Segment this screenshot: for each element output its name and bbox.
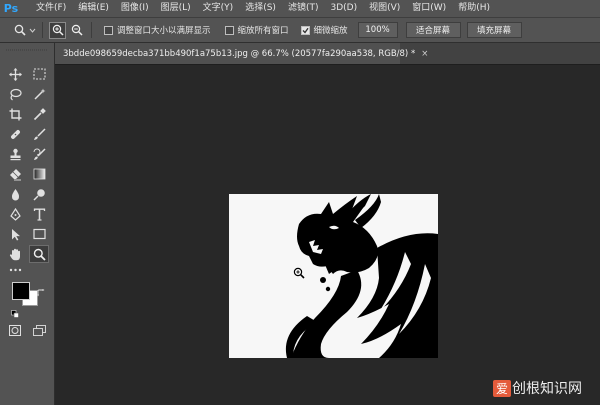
type-icon bbox=[33, 208, 45, 221]
hand-tool[interactable] bbox=[5, 245, 25, 263]
fill-screen-button[interactable]: 填充屏幕 bbox=[466, 22, 522, 38]
clone-stamp-icon bbox=[10, 148, 20, 160]
menu-file[interactable]: 文件(F) bbox=[30, 0, 72, 17]
menu-select[interactable]: 选择(S) bbox=[239, 0, 282, 17]
tools-panel bbox=[0, 43, 55, 405]
chevron-down-icon[interactable] bbox=[29, 28, 36, 33]
menu-image[interactable]: 图像(I) bbox=[115, 0, 155, 17]
path-selection-icon bbox=[11, 228, 20, 240]
document-tab-bar: 3bdde098659decba371bb490f1a75b13.jpg @ 6… bbox=[55, 43, 600, 65]
eraser-icon bbox=[9, 168, 21, 180]
pen-icon bbox=[9, 207, 21, 221]
zoom-tool-preset-icon[interactable] bbox=[14, 24, 26, 36]
rectangle-tool[interactable] bbox=[29, 225, 49, 243]
eraser-tool[interactable] bbox=[5, 165, 25, 183]
eyedropper-icon bbox=[33, 107, 46, 120]
brush-icon bbox=[33, 127, 46, 140]
magic-wand-icon bbox=[33, 88, 45, 100]
zoom-icon bbox=[33, 248, 46, 261]
lasso-tool[interactable] bbox=[5, 85, 25, 103]
document-tab-title: 3bdde098659decba371bb490f1a75b13.jpg @ 6… bbox=[63, 48, 416, 59]
gradient-icon bbox=[33, 168, 45, 180]
blur-tool[interactable] bbox=[5, 185, 25, 203]
quick-mask-icon bbox=[9, 324, 21, 336]
scrubby-zoom-checkbox[interactable] bbox=[300, 25, 310, 35]
hand-icon bbox=[9, 248, 20, 260]
checkmark-icon bbox=[302, 27, 309, 34]
resize-windows-checkbox[interactable] bbox=[104, 25, 113, 35]
marquee-tool[interactable] bbox=[29, 65, 49, 83]
blur-icon bbox=[11, 188, 19, 200]
menu-3d[interactable]: 3D(D) bbox=[324, 0, 363, 17]
menu-view[interactable]: 视图(V) bbox=[363, 0, 406, 17]
photoshop-logo: Ps bbox=[3, 2, 19, 15]
pen-tool[interactable] bbox=[5, 205, 25, 223]
move-icon bbox=[8, 67, 22, 81]
dragon-silhouette-image bbox=[285, 194, 438, 358]
canvas-area[interactable] bbox=[55, 65, 600, 405]
default-colors-icon[interactable] bbox=[11, 303, 19, 322]
menu-layer[interactable]: 图层(L) bbox=[155, 0, 197, 17]
type-tool[interactable] bbox=[29, 205, 49, 223]
history-brush-tool[interactable] bbox=[29, 145, 49, 163]
healing-brush-tool[interactable] bbox=[5, 125, 25, 143]
brush-tool[interactable] bbox=[29, 125, 49, 143]
close-tab-icon[interactable]: × bbox=[421, 49, 428, 59]
move-tool[interactable] bbox=[5, 65, 25, 83]
lasso-icon bbox=[9, 88, 22, 100]
rectangle-icon bbox=[32, 228, 46, 240]
zoom-tool[interactable] bbox=[29, 245, 49, 263]
watermark-tag: 爱 bbox=[493, 379, 512, 397]
watermark-text: 创根知识网 bbox=[512, 381, 583, 397]
menu-window[interactable]: 窗口(W) bbox=[406, 0, 452, 17]
clone-stamp-tool[interactable] bbox=[5, 145, 25, 163]
zoom-100-button[interactable]: 100% bbox=[357, 22, 398, 38]
healing-brush-icon bbox=[10, 129, 20, 139]
zoom-all-windows-checkbox[interactable] bbox=[224, 25, 234, 35]
quick-mask-button[interactable] bbox=[5, 321, 25, 339]
options-bar: 调整窗口大小以满屏显示 缩放所有窗口 细微缩放 100% 适合屏幕 填充屏幕 bbox=[0, 17, 600, 43]
zoom-out-button[interactable] bbox=[68, 22, 85, 39]
fit-screen-button[interactable]: 适合屏幕 bbox=[405, 22, 461, 38]
menu-edit[interactable]: 编辑(E) bbox=[72, 0, 115, 17]
watermark: 爱 创根知识网 bbox=[493, 378, 582, 398]
menu-type[interactable]: 文字(Y) bbox=[197, 0, 240, 17]
zoom-all-windows-label: 缩放所有窗口 bbox=[237, 26, 289, 36]
menu-bar: Ps 文件(F) 编辑(E) 图像(I) 图层(L) 文字(Y) 选择(S) 滤… bbox=[0, 0, 600, 17]
divider bbox=[91, 22, 92, 38]
document-tab[interactable]: 3bdde098659decba371bb490f1a75b13.jpg @ 6… bbox=[55, 43, 428, 64]
swap-colors-icon[interactable] bbox=[37, 282, 45, 301]
ellipsis-icon bbox=[9, 268, 21, 272]
zoom-in-button[interactable] bbox=[49, 21, 66, 39]
screen-mode-button[interactable] bbox=[29, 321, 49, 339]
screen-mode-icon bbox=[32, 324, 46, 336]
gradient-tool[interactable] bbox=[29, 165, 49, 183]
crop-tool[interactable] bbox=[5, 105, 25, 123]
path-selection-tool[interactable] bbox=[5, 225, 25, 243]
eyedropper-tool[interactable] bbox=[29, 105, 49, 123]
menu-help[interactable]: 帮助(H) bbox=[452, 0, 496, 17]
history-brush-icon bbox=[33, 147, 46, 160]
panel-grip-icon[interactable] bbox=[4, 47, 50, 57]
crop-icon bbox=[9, 108, 21, 120]
zoom-out-icon bbox=[71, 24, 83, 36]
dodge-tool[interactable] bbox=[29, 185, 49, 203]
magic-wand-tool[interactable] bbox=[29, 85, 49, 103]
divider bbox=[42, 22, 43, 38]
marquee-icon bbox=[32, 68, 46, 80]
foreground-color-swatch[interactable] bbox=[12, 282, 30, 300]
more-tools-button[interactable] bbox=[5, 265, 25, 275]
menu-filter[interactable]: 滤镜(T) bbox=[282, 0, 325, 17]
document-image[interactable] bbox=[229, 194, 438, 358]
resize-windows-label: 调整窗口大小以满屏显示 bbox=[117, 26, 211, 36]
dodge-icon bbox=[32, 188, 45, 201]
zoom-cursor-icon bbox=[293, 264, 305, 283]
zoom-in-icon bbox=[52, 24, 64, 36]
scrubby-zoom-label: 细微缩放 bbox=[313, 26, 348, 36]
